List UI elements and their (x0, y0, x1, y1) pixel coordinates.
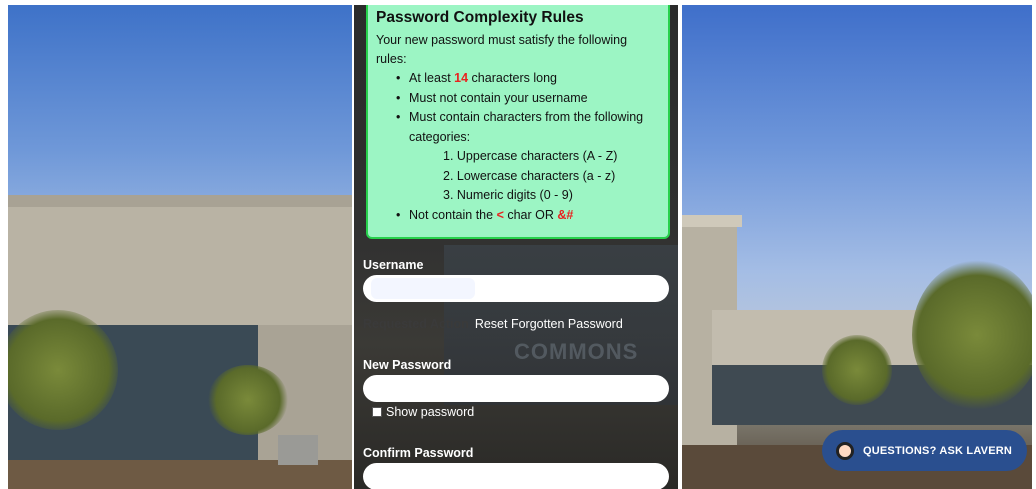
rule-no-username: Must not contain your username (396, 89, 660, 109)
password-rules-box: Password Complexity Rules Your new passw… (366, 5, 670, 239)
rules-intro: Your new password must satisfy the follo… (376, 33, 628, 66)
background-sign: COMMONS (514, 339, 639, 364)
rule-categories: Must contain characters from the followi… (396, 108, 660, 206)
background-photo-right (682, 5, 1032, 489)
category-list: 1. Uppercase characters (A - Z) 2. Lower… (409, 147, 660, 206)
rules-title: Password Complexity Rules (376, 9, 584, 26)
category-numeric: 3. Numeric digits (0 - 9) (443, 188, 573, 202)
show-password-label: Show password (386, 405, 475, 419)
lavern-avatar-icon (836, 441, 854, 460)
requested-action-row: Requested Action Reset Forgotten Password (363, 317, 623, 331)
password-reset-form-panel: COMMONS Password Complexity Rules Your n… (354, 5, 678, 489)
rules-list: At least 14 characters long Must not con… (376, 69, 660, 225)
category-uppercase: 1. Uppercase characters (A - Z) (443, 149, 618, 163)
ask-lavern-chat-button[interactable]: QUESTIONS? ASK LAVERN (822, 430, 1027, 471)
confirm-password-label: Confirm Password (363, 446, 474, 460)
username-field[interactable] (363, 275, 669, 302)
new-password-field[interactable] (363, 375, 669, 402)
background-photo-left (8, 5, 352, 489)
username-label: Username (363, 258, 424, 272)
rule-forbidden-chars: Not contain the < char OR &# (396, 206, 660, 226)
category-lowercase: 2. Lowercase characters (a - z) (443, 168, 616, 183)
confirm-password-field[interactable] (363, 463, 669, 489)
username-autofill-highlight (371, 278, 475, 299)
new-password-label: New Password (363, 358, 452, 372)
rule-min-length: At least 14 characters long (396, 69, 660, 89)
show-password-toggle[interactable]: Show password (372, 405, 474, 419)
chat-button-label: QUESTIONS? ASK LAVERN (863, 444, 1013, 457)
requested-action-value: Reset Forgotten Password (474, 317, 623, 331)
requested-action-label: Requested Action (363, 317, 469, 331)
show-password-checkbox[interactable] (372, 407, 382, 417)
